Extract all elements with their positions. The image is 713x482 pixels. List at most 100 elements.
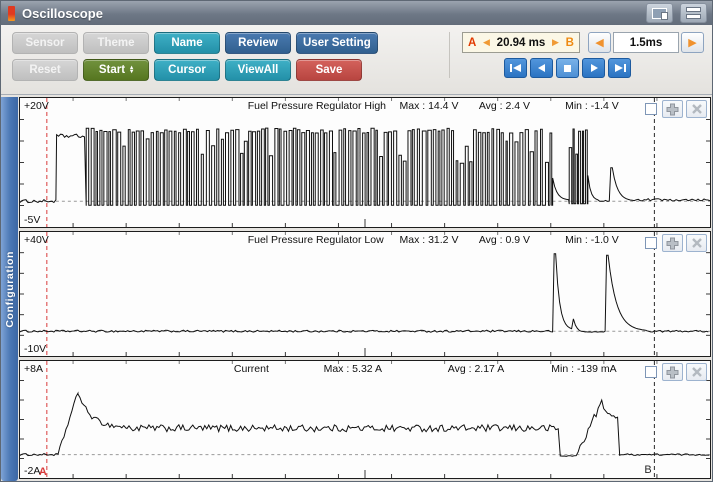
start-button[interactable]: Start ▴▾ xyxy=(83,59,149,81)
plus-icon xyxy=(666,237,679,250)
button-label: User Setting xyxy=(303,37,371,49)
channel-panels: Fuel Pressure Regulator High Max : 14.4 V… xyxy=(19,97,711,481)
theme-button[interactable]: Theme xyxy=(83,32,149,54)
name-button[interactable]: Name xyxy=(154,32,220,54)
skip-end-button[interactable] xyxy=(608,58,631,78)
configuration-tab-label: Configuration xyxy=(4,251,16,328)
channel-checkbox[interactable] xyxy=(645,237,657,249)
channel-zoom-button[interactable] xyxy=(662,234,683,252)
channel-name: Fuel Pressure Regulator High xyxy=(248,100,386,112)
close-icon xyxy=(691,366,703,378)
button-label: Start xyxy=(99,64,125,76)
waveform-plot-1[interactable] xyxy=(20,98,710,227)
stop-icon xyxy=(559,61,577,75)
channel-panel-2: Fuel Pressure Regulator Low Max : 31.2 V A… xyxy=(19,231,711,357)
configuration-tab[interactable]: Configuration xyxy=(1,97,18,481)
cursor-b-arrow-icon[interactable]: ▶ xyxy=(552,37,559,48)
save-button[interactable]: Save xyxy=(296,59,362,81)
waveform-plot-2[interactable] xyxy=(20,232,710,356)
timebase-value: 1.5ms xyxy=(613,32,679,53)
skip-end-icon xyxy=(611,61,629,75)
channel-max: Max : 31.2 V xyxy=(400,234,459,246)
viewall-button[interactable]: ViewAll xyxy=(225,59,291,81)
split-layout-button[interactable] xyxy=(680,3,707,23)
channel-panel-1: Fuel Pressure Regulator High Max : 14.4 V… xyxy=(19,97,711,228)
scale-top-label: +40V xyxy=(24,234,49,246)
ab-time-value: 20.94 ms xyxy=(497,37,546,49)
step-back-button[interactable] xyxy=(530,58,553,78)
toolbar: Sensor Theme Name Review User Setting Reset St… xyxy=(1,25,712,95)
cursor-a-arrow-icon[interactable]: ◀ xyxy=(483,37,490,48)
main-area: Configuration Fuel Pressure Regulator Hi… xyxy=(1,95,712,481)
channel-name: Fuel Pressure Regulator Low xyxy=(248,234,384,246)
split-layout-icon xyxy=(686,7,701,19)
channel-checkbox[interactable] xyxy=(645,103,657,115)
channel-avg: Avg : 0.9 V xyxy=(479,234,530,246)
ab-cursor-readout: A ◀ 20.94 ms ▶ B xyxy=(462,32,580,53)
channel-checkbox[interactable] xyxy=(645,366,657,378)
channel-close-button[interactable] xyxy=(686,363,707,381)
channel-zoom-button[interactable] xyxy=(662,363,683,381)
button-label: Theme xyxy=(97,37,134,49)
button-label: Review xyxy=(238,37,278,49)
close-icon xyxy=(691,103,703,115)
channel-max: Max : 14.4 V xyxy=(400,100,459,112)
plus-icon xyxy=(666,366,679,379)
timebase-decrease-button[interactable]: ◀ xyxy=(588,32,611,53)
playback-controls xyxy=(504,58,704,78)
cursor-a-label: A xyxy=(468,37,476,49)
app-icon xyxy=(8,6,15,21)
play-icon xyxy=(585,61,603,75)
timebase-increase-button[interactable]: ▶ xyxy=(681,32,704,53)
button-label: Reset xyxy=(29,64,60,76)
channel-close-button[interactable] xyxy=(686,234,707,252)
scale-bottom-label: -2A xyxy=(24,465,40,477)
capture-button[interactable] xyxy=(646,3,673,23)
reset-button[interactable]: Reset xyxy=(12,59,78,81)
button-label: Save xyxy=(316,64,343,76)
channel-zoom-button[interactable] xyxy=(662,100,683,118)
channel-close-button[interactable] xyxy=(686,100,707,118)
user-setting-button[interactable]: User Setting xyxy=(296,32,378,54)
window-title: Oscilloscope xyxy=(22,6,103,21)
waveform-plot-3[interactable]: AB xyxy=(20,361,710,478)
channel-min: Min : -1.0 V xyxy=(565,234,619,246)
toolbar-right: A ◀ 20.94 ms ▶ B ◀ 1.5ms ▶ xyxy=(449,32,704,78)
button-label: Cursor xyxy=(168,64,206,76)
channel-controls xyxy=(645,363,707,381)
close-icon xyxy=(691,237,703,249)
plus-icon xyxy=(666,103,679,116)
scale-bottom-label: -5V xyxy=(24,214,40,226)
channel-avg: Avg : 2.4 V xyxy=(479,100,530,112)
button-label: Sensor xyxy=(26,37,65,49)
channel-min: Min : -139 mA xyxy=(551,363,616,375)
start-spinner-icon[interactable]: ▴▾ xyxy=(130,66,133,74)
play-button[interactable] xyxy=(582,58,605,78)
channel-min: Min : -1.4 V xyxy=(565,100,619,112)
timebase-control: ◀ 1.5ms ▶ xyxy=(588,32,704,53)
channel-controls xyxy=(645,234,707,252)
stop-button[interactable] xyxy=(556,58,579,78)
step-back-icon xyxy=(533,61,551,75)
channel-avg: Avg : 2.17 A xyxy=(448,363,504,375)
button-label: ViewAll xyxy=(238,64,279,76)
cursor-button[interactable]: Cursor xyxy=(154,59,220,81)
channel-panel-3: ABCurrent Max : 5.32 A Avg : 2.17 A Min : -… xyxy=(19,360,711,479)
review-button[interactable]: Review xyxy=(225,32,291,54)
capture-icon xyxy=(652,8,667,19)
scale-top-label: +8A xyxy=(24,363,43,375)
toolbar-buttons: Sensor Theme Name Review User Setting Reset St… xyxy=(12,32,378,81)
button-label: Name xyxy=(171,37,202,49)
sensor-button[interactable]: Sensor xyxy=(12,32,78,54)
title-bar: Oscilloscope xyxy=(1,1,712,25)
cursor-b-bottom-label: B xyxy=(644,464,651,476)
scale-bottom-label: -10V xyxy=(24,343,46,355)
skip-start-button[interactable] xyxy=(504,58,527,78)
oscilloscope-window: Oscilloscope Sensor Theme Name Review User S… xyxy=(0,0,713,482)
channel-name: Current xyxy=(234,363,269,375)
scale-top-label: +20V xyxy=(24,100,49,112)
skip-start-icon xyxy=(507,61,525,75)
channel-max: Max : 5.32 A xyxy=(324,363,382,375)
channel-controls xyxy=(645,100,707,118)
cursor-b-label: B xyxy=(566,37,574,49)
